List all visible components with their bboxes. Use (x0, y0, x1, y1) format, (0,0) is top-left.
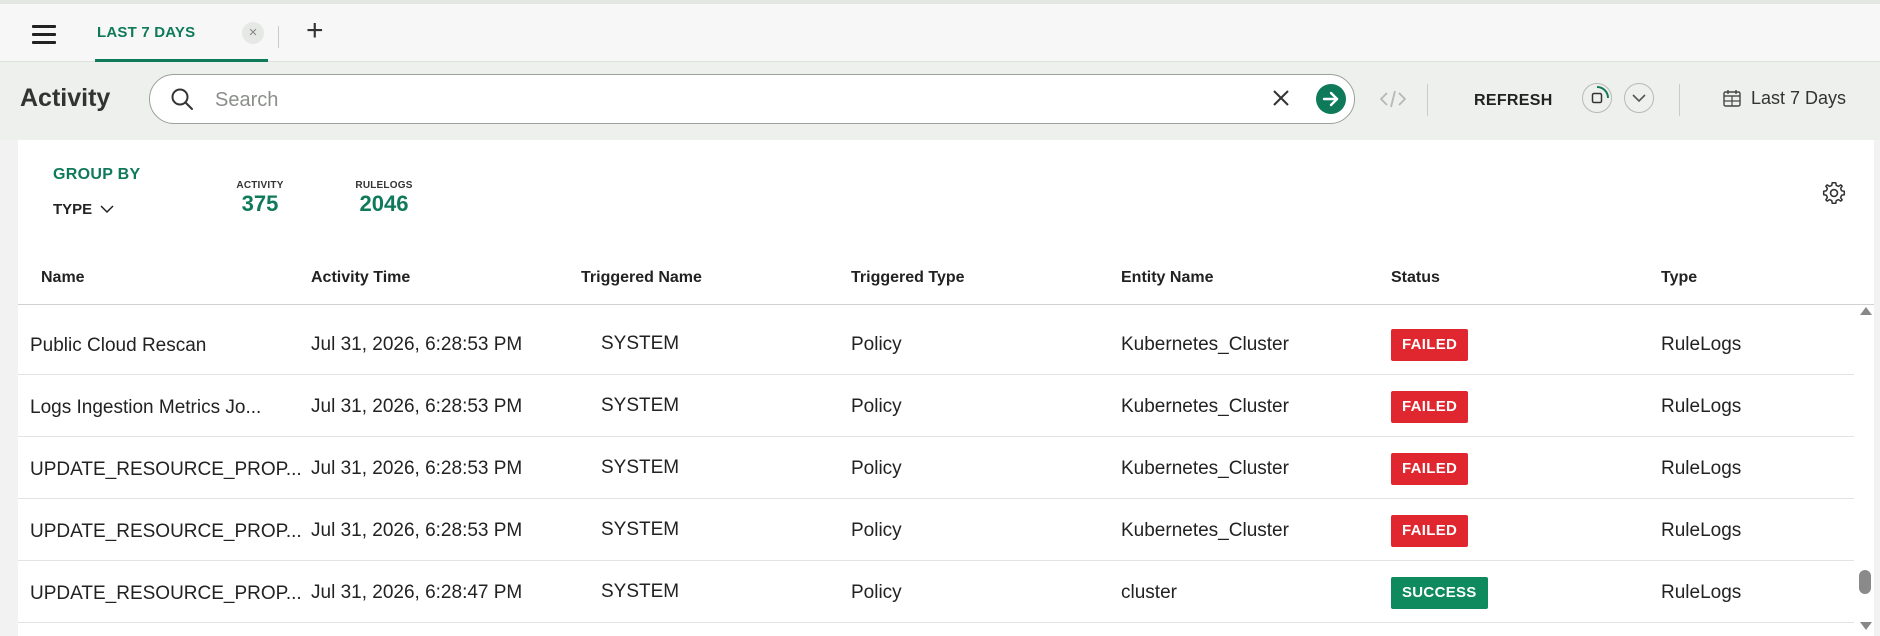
chevron-down-icon (1632, 94, 1646, 103)
arrow-right-icon (1322, 91, 1339, 107)
cell-entity-name: Kubernetes_Cluster (1121, 396, 1289, 417)
cell-triggered-name: SYSTEM (601, 457, 680, 478)
cell-triggered-name: SYSTEM (601, 519, 680, 540)
divider (278, 26, 279, 48)
cell-entity-name: Kubernetes_Cluster (1121, 334, 1289, 355)
column-header-triggered-type[interactable]: Triggered Type (851, 269, 965, 287)
column-header-status[interactable]: Status (1391, 269, 1440, 287)
cell-type: RuleLogs (1661, 458, 1742, 479)
cell-activity-time: Jul 31, 2026, 6:28:53 PM (311, 334, 523, 355)
cell-type: RuleLogs (1661, 582, 1742, 603)
toolbar: Activity REFRESH (0, 62, 1880, 140)
stat-value: 2046 (359, 191, 409, 216)
table-row[interactable]: UPDATE_RESOURCE_PROP... Jul 31, 2026, 6:… (18, 561, 1854, 623)
table-row[interactable]: UPDATE_RESOURCE_PROP... Jul 31, 2026, 6:… (18, 499, 1854, 561)
cell-triggered-name: SYSTEM (601, 395, 680, 416)
column-header-entity-name[interactable]: Entity Name (1121, 269, 1213, 287)
chevron-down-icon (100, 205, 114, 214)
cell-name: Logs Ingestion Metrics Jo... (30, 397, 262, 418)
column-header-activity-time[interactable]: Activity Time (311, 269, 410, 287)
cell-entity-name: cluster (1121, 582, 1177, 603)
stat-activity: ACTIVITY 375 (230, 180, 290, 217)
cell-name: UPDATE_RESOURCE_PROP... (30, 583, 302, 604)
cell-activity-time: Jul 31, 2026, 6:28:53 PM (311, 520, 523, 541)
cell-activity-time: Jul 31, 2026, 6:28:53 PM (311, 396, 523, 417)
page-title: Activity (20, 84, 111, 112)
gear-icon[interactable] (1821, 180, 1847, 206)
cell-name: UPDATE_RESOURCE_PROP... (30, 521, 302, 542)
stat-label: RULELOGS (355, 180, 413, 191)
cell-type: RuleLogs (1661, 396, 1742, 417)
status-badge: FAILED (1391, 329, 1469, 361)
close-icon[interactable]: × (242, 22, 264, 44)
cell-name: Public Cloud Rescan (30, 335, 207, 356)
code-icon[interactable] (1380, 89, 1406, 109)
column-header-triggered-name[interactable]: Triggered Name (581, 269, 702, 287)
stat-value: 375 (241, 191, 279, 216)
cell-type: RuleLogs (1661, 520, 1742, 541)
plus-icon[interactable]: + (306, 16, 324, 46)
table-row[interactable]: UPDATE_RESOURCE_PROP... Jul 31, 2026, 6:… (18, 437, 1854, 499)
auto-refresh-icon (1591, 86, 1609, 104)
scrollbar-thumb[interactable] (1859, 570, 1871, 594)
status-badge: FAILED (1391, 453, 1469, 485)
column-header-type[interactable]: Type (1661, 269, 1697, 287)
cell-triggered-name: SYSTEM (601, 581, 680, 602)
cell-type: RuleLogs (1661, 334, 1742, 355)
table-row[interactable]: Logs Ingestion Metrics Jo... Jul 31, 202… (18, 375, 1854, 437)
column-header-name[interactable]: Name (41, 269, 85, 287)
cell-entity-name: Kubernetes_Cluster (1121, 520, 1289, 541)
cell-triggered-type: Policy (851, 334, 902, 355)
search-bar (149, 74, 1355, 124)
hamburger-menu-icon[interactable] (32, 25, 56, 45)
cell-triggered-type: Policy (851, 582, 902, 603)
cell-triggered-type: Policy (851, 520, 902, 541)
activity-panel: GROUP BY TYPE ACTIVITY 375 RULELOGS 2046… (18, 140, 1874, 636)
table-row[interactable]: Public Cloud Rescan Jul 31, 2026, 6:28:5… (18, 313, 1854, 375)
cell-activity-time: Jul 31, 2026, 6:28:47 PM (311, 582, 523, 603)
search-input[interactable] (213, 86, 1217, 114)
status-badge: SUCCESS (1391, 577, 1488, 609)
status-badge: FAILED (1391, 515, 1469, 547)
cell-activity-time: Jul 31, 2026, 6:28:53 PM (311, 458, 523, 479)
calendar-icon (1723, 90, 1741, 107)
scroll-up-icon[interactable] (1860, 307, 1872, 315)
group-by-value: TYPE (53, 201, 93, 218)
stat-rulelogs: RULELOGS 2046 (349, 180, 419, 217)
clear-icon[interactable] (1269, 86, 1293, 110)
cell-triggered-type: Policy (851, 396, 902, 417)
tab-label: LAST 7 DAYS (97, 24, 196, 41)
divider (1427, 84, 1428, 116)
search-icon (171, 88, 193, 110)
cell-triggered-name: SYSTEM (601, 333, 680, 354)
table-scrollbar[interactable] (1856, 305, 1874, 636)
group-by-label: GROUP BY (53, 166, 141, 183)
scroll-down-icon[interactable] (1860, 622, 1872, 630)
cell-name: UPDATE_RESOURCE_PROP... (30, 459, 302, 480)
date-range-label: Last 7 Days (1751, 88, 1847, 108)
divider (1679, 84, 1680, 116)
search-submit-button[interactable] (1316, 84, 1346, 114)
auto-refresh-button[interactable] (1582, 83, 1612, 113)
status-badge: FAILED (1391, 391, 1469, 423)
tab-last-7-days[interactable]: LAST 7 DAYS × (95, 4, 268, 62)
refresh-options-button[interactable] (1624, 83, 1654, 113)
stat-label: ACTIVITY (236, 180, 284, 191)
refresh-button[interactable]: REFRESH (1474, 92, 1553, 110)
tab-bar: LAST 7 DAYS × + (0, 0, 1880, 62)
cell-triggered-type: Policy (851, 458, 902, 479)
cell-entity-name: Kubernetes_Cluster (1121, 458, 1289, 479)
group-by-select[interactable]: TYPE (53, 201, 114, 218)
